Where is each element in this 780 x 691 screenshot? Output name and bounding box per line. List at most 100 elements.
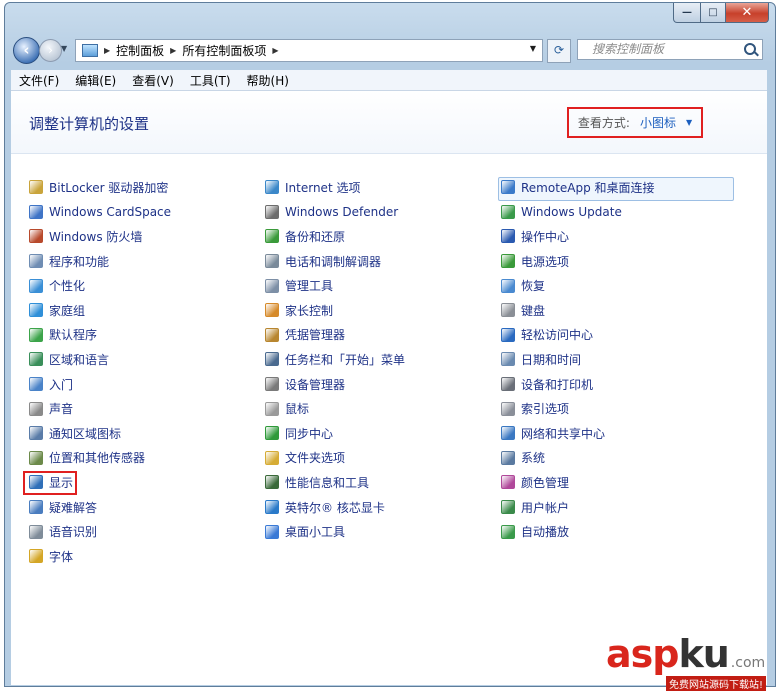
control-panel-item-label[interactable]: 家长控制: [285, 302, 333, 319]
control-panel-item-label[interactable]: 任务栏和「开始」菜单: [285, 351, 405, 368]
control-panel-item-label[interactable]: 位置和其他传感器: [49, 449, 145, 466]
control-panel-item[interactable]: 语音识别: [29, 519, 171, 544]
control-panel-item-label[interactable]: 颜色管理: [521, 474, 569, 491]
control-panel-item-label[interactable]: 备份和还原: [285, 228, 345, 245]
breadcrumb-all-items[interactable]: 所有控制面板项: [182, 42, 266, 59]
chevron-right-icon[interactable]: ▶: [170, 46, 176, 55]
control-panel-item-label[interactable]: 桌面小工具: [285, 523, 345, 540]
control-panel-item-label[interactable]: RemoteApp 和桌面连接: [521, 179, 655, 196]
chevron-down-icon[interactable]: ▼: [686, 118, 692, 127]
view-by-value[interactable]: 小图标: [640, 114, 676, 131]
control-panel-item-label[interactable]: 系统: [521, 449, 545, 466]
control-panel-item[interactable]: 颜色管理: [501, 470, 655, 495]
control-panel-item[interactable]: 区域和语言: [29, 347, 171, 372]
control-panel-item[interactable]: 文件夹选项: [265, 446, 405, 471]
control-panel-item-label[interactable]: 电话和调制解调器: [285, 253, 381, 270]
control-panel-item-label[interactable]: 性能信息和工具: [285, 474, 369, 491]
chevron-right-icon[interactable]: ▶: [272, 46, 278, 55]
minimize-button[interactable]: —: [673, 3, 701, 23]
control-panel-item[interactable]: 显示: [29, 470, 171, 495]
control-panel-item-label[interactable]: Windows Update: [521, 205, 622, 219]
control-panel-item[interactable]: 用户帐户: [501, 495, 655, 520]
control-panel-item[interactable]: 轻松访问中心: [501, 323, 655, 348]
control-panel-item[interactable]: 入门: [29, 372, 171, 397]
menu-edit[interactable]: 编辑(E): [67, 72, 124, 89]
control-panel-item-label[interactable]: 个性化: [49, 277, 85, 294]
control-panel-item-label[interactable]: 鼠标: [285, 400, 309, 417]
control-panel-item-label[interactable]: Windows CardSpace: [49, 205, 171, 219]
control-panel-item[interactable]: 个性化: [29, 273, 171, 298]
control-panel-item-label[interactable]: 电源选项: [521, 253, 569, 270]
control-panel-item[interactable]: 网络和共享中心: [501, 421, 655, 446]
maximize-button[interactable]: □: [701, 3, 726, 23]
control-panel-item-label[interactable]: Internet 选项: [285, 179, 360, 196]
control-panel-item-label[interactable]: 默认程序: [49, 326, 97, 343]
control-panel-item[interactable]: 操作中心: [501, 224, 655, 249]
control-panel-item-label[interactable]: BitLocker 驱动器加密: [49, 179, 168, 196]
menu-file[interactable]: 文件(F): [11, 72, 67, 89]
control-panel-item[interactable]: 日期和时间: [501, 347, 655, 372]
refresh-button[interactable]: ⟳: [547, 39, 571, 63]
control-panel-item[interactable]: 字体: [29, 544, 171, 569]
control-panel-item-label[interactable]: Windows Defender: [285, 205, 398, 219]
control-panel-item-label[interactable]: 自动播放: [521, 523, 569, 540]
control-panel-item-label[interactable]: 网络和共享中心: [521, 425, 605, 442]
control-panel-item[interactable]: Internet 选项: [265, 175, 405, 200]
control-panel-item[interactable]: 默认程序: [29, 323, 171, 348]
control-panel-item[interactable]: 疑难解答: [29, 495, 171, 520]
control-panel-item[interactable]: Windows 防火墙: [29, 224, 171, 249]
control-panel-item[interactable]: 英特尔® 核芯显卡: [265, 495, 405, 520]
control-panel-item-label[interactable]: 凭据管理器: [285, 326, 345, 343]
control-panel-item-label[interactable]: 家庭组: [49, 302, 85, 319]
control-panel-item-label[interactable]: 文件夹选项: [285, 449, 345, 466]
control-panel-item-label[interactable]: 索引选项: [521, 400, 569, 417]
control-panel-item[interactable]: 凭据管理器: [265, 323, 405, 348]
control-panel-item[interactable]: 任务栏和「开始」菜单: [265, 347, 405, 372]
control-panel-item[interactable]: 家庭组: [29, 298, 171, 323]
breadcrumb-control-panel[interactable]: 控制面板: [116, 42, 164, 59]
control-panel-item[interactable]: 设备管理器: [265, 372, 405, 397]
forward-button[interactable]: ›: [39, 39, 62, 62]
control-panel-item-label[interactable]: 通知区域图标: [49, 425, 121, 442]
control-panel-item[interactable]: 索引选项: [501, 396, 655, 421]
control-panel-item-label[interactable]: 设备和打印机: [521, 376, 593, 393]
control-panel-item[interactable]: 电源选项: [501, 249, 655, 274]
address-dropdown-icon[interactable]: ▼: [530, 44, 536, 53]
control-panel-item-label[interactable]: 键盘: [521, 302, 545, 319]
close-button[interactable]: ✕: [726, 3, 769, 23]
control-panel-item-label[interactable]: 字体: [49, 548, 73, 565]
control-panel-item-label[interactable]: 区域和语言: [49, 351, 109, 368]
control-panel-item-label[interactable]: Windows 防火墙: [49, 228, 142, 245]
chevron-right-icon[interactable]: ▶: [104, 46, 110, 55]
control-panel-item-label[interactable]: 疑难解答: [49, 499, 97, 516]
control-panel-item[interactable]: 程序和功能: [29, 249, 171, 274]
menu-help[interactable]: 帮助(H): [239, 72, 297, 89]
control-panel-item[interactable]: 声音: [29, 396, 171, 421]
search-input[interactable]: 搜索控制面板: [577, 39, 763, 60]
control-panel-item[interactable]: 电话和调制解调器: [265, 249, 405, 274]
control-panel-item-label[interactable]: 设备管理器: [285, 376, 345, 393]
control-panel-item[interactable]: Windows Update: [501, 200, 655, 225]
control-panel-item[interactable]: RemoteApp 和桌面连接: [501, 175, 655, 200]
control-panel-item-label[interactable]: 日期和时间: [521, 351, 581, 368]
control-panel-item-label[interactable]: 管理工具: [285, 277, 333, 294]
control-panel-item-label[interactable]: 语音识别: [49, 523, 97, 540]
control-panel-item[interactable]: 键盘: [501, 298, 655, 323]
control-panel-item[interactable]: 恢复: [501, 273, 655, 298]
control-panel-item-label[interactable]: 操作中心: [521, 228, 569, 245]
control-panel-item[interactable]: 自动播放: [501, 519, 655, 544]
control-panel-item-label[interactable]: 声音: [49, 400, 73, 417]
control-panel-item[interactable]: 管理工具: [265, 273, 405, 298]
control-panel-item-label[interactable]: 入门: [49, 376, 73, 393]
control-panel-item[interactable]: 同步中心: [265, 421, 405, 446]
control-panel-item[interactable]: 通知区域图标: [29, 421, 171, 446]
control-panel-item[interactable]: 家长控制: [265, 298, 405, 323]
control-panel-item[interactable]: Windows CardSpace: [29, 200, 171, 225]
control-panel-item[interactable]: 鼠标: [265, 396, 405, 421]
control-panel-item-label[interactable]: 同步中心: [285, 425, 333, 442]
menu-tools[interactable]: 工具(T): [182, 72, 239, 89]
control-panel-item-label[interactable]: 恢复: [521, 277, 545, 294]
control-panel-item-label[interactable]: 英特尔® 核芯显卡: [285, 499, 385, 516]
control-panel-item-label[interactable]: 显示: [49, 474, 73, 491]
control-panel-item[interactable]: 系统: [501, 446, 655, 471]
